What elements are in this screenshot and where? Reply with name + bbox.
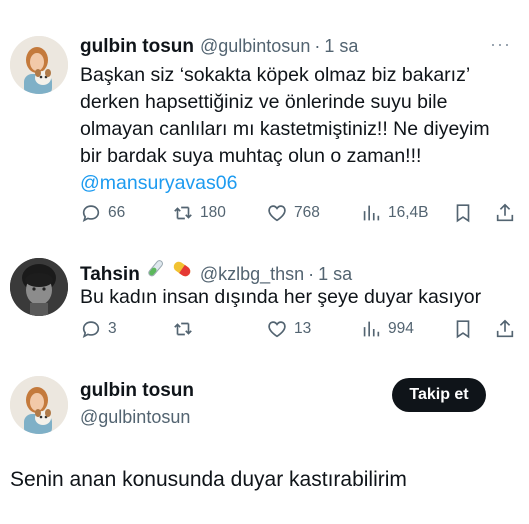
share-button[interactable] xyxy=(494,318,516,340)
tweet-1-actions: 66 180 768 16,4B xyxy=(80,202,514,226)
like-count: 768 xyxy=(294,204,320,221)
tweet-text-line: Başkan siz ‘sokakta köpek olmaz biz baka… xyxy=(80,64,471,86)
reply-icon xyxy=(82,321,100,338)
separator-dot: · xyxy=(308,264,315,284)
share-icon xyxy=(496,203,514,222)
more-options-icon[interactable]: ··· xyxy=(490,34,511,55)
views-icon xyxy=(363,321,380,337)
reply-count: 3 xyxy=(108,320,117,337)
repost-count: 180 xyxy=(200,204,226,221)
share-button[interactable] xyxy=(494,202,516,224)
mention-link[interactable]: @mansuryavas06 xyxy=(80,170,490,197)
tweet-1-header: gulbin tosun @gulbintosun · 1 sa xyxy=(80,36,358,58)
like-button[interactable]: 768 xyxy=(266,202,320,224)
views-count: 994 xyxy=(388,320,414,337)
bookmark-icon xyxy=(456,204,470,223)
views-count: 16,4B xyxy=(388,204,429,221)
repost-icon xyxy=(174,322,192,336)
like-icon xyxy=(268,205,286,222)
post-time[interactable]: 1 sa xyxy=(324,36,358,57)
author-handle[interactable]: @kzlbg_thsn xyxy=(200,264,304,285)
repost-button[interactable]: 180 xyxy=(172,202,226,224)
author-name[interactable]: Tahsin xyxy=(80,264,140,286)
bookmark-icon xyxy=(456,320,470,339)
reply-button[interactable]: 3 xyxy=(80,318,117,340)
views-icon xyxy=(363,205,380,221)
repost-button[interactable] xyxy=(172,318,200,340)
profile-name[interactable]: gulbin tosun xyxy=(80,380,194,402)
post-time[interactable]: 1 sa xyxy=(318,264,352,285)
views-button[interactable]: 16,4B xyxy=(360,202,429,224)
tweet-1-text: Başkan siz ‘sokakta köpek olmaz biz baka… xyxy=(80,62,490,197)
test-tube-icon xyxy=(144,258,166,285)
avatar-tahsin[interactable] xyxy=(10,258,68,316)
pill-icon xyxy=(170,258,194,285)
bookmark-button[interactable] xyxy=(452,318,474,340)
bookmark-button[interactable] xyxy=(452,202,474,224)
author-name[interactable]: gulbin tosun xyxy=(80,36,194,58)
tweet-2-text: Bu kadın insan dışında her şeye duyar ka… xyxy=(80,286,482,308)
author-handle[interactable]: @gulbintosun xyxy=(200,36,310,57)
tweet-text-line: derken hapsettiğiniz ve önlerinde suyu b… xyxy=(80,91,448,113)
reply-text: Senin anan konusunda duyar kastırabiliri… xyxy=(10,468,407,491)
tweet-text-line: bir bardak suya muhtaç olun o zaman!!! xyxy=(80,145,422,167)
tweet-2-header: Tahsin @kzlbg_thsn · 1 sa xyxy=(80,258,352,286)
like-icon xyxy=(268,321,286,338)
share-icon xyxy=(496,319,514,338)
repost-icon xyxy=(174,206,192,220)
separator-dot: · xyxy=(314,36,321,56)
reply-icon xyxy=(82,205,100,222)
like-count: 13 xyxy=(294,320,312,337)
avatar-gulbin[interactable] xyxy=(10,376,68,434)
profile-handle[interactable]: @gulbintosun xyxy=(80,407,190,428)
tweet-text-line: olmayan canlıları mı kastetmiştiniz!! Ne… xyxy=(80,118,490,140)
follow-button[interactable]: Takip et xyxy=(392,378,486,412)
like-button[interactable]: 13 xyxy=(266,318,311,340)
tweet-2-actions: 3 13 994 xyxy=(80,318,514,342)
avatar-gulbin[interactable] xyxy=(10,36,68,94)
views-button[interactable]: 994 xyxy=(360,318,414,340)
reply-button[interactable]: 66 xyxy=(80,202,125,224)
reply-count: 66 xyxy=(108,204,126,221)
